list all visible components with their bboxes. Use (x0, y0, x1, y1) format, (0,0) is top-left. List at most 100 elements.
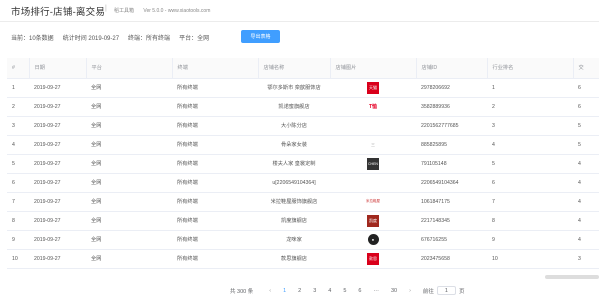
shop-logo-icon[interactable]: 款思 (367, 252, 379, 265)
row-shop-id: 791105148 (416, 154, 487, 174)
column-header[interactable]: 行业排名 (487, 58, 574, 79)
row-shop-name: 凯度旗舰店 (258, 211, 330, 231)
pagination: 共 300 条 ‹ 1 2 3 4 5 6 ··· 30 › 前往 1 页 (230, 286, 464, 295)
row-shop-image: 天猫 (330, 78, 416, 98)
row-shop-name: u[2206549104364] (258, 173, 330, 193)
row-shop-name: 楼夫人家 皇裳定制 (258, 154, 330, 174)
row-rank: 10 (487, 249, 573, 269)
row-platform: 全网 (86, 78, 172, 98)
row-shop-id: 1061847175 (416, 192, 487, 212)
row-shop-id: 2201562777685 (416, 116, 487, 136)
row-index: 6 (7, 173, 29, 193)
summary-platform: 平台：全网 (179, 35, 210, 42)
column-header[interactable]: 平台 (86, 58, 173, 79)
row-terminal: 所有终端 (172, 97, 258, 117)
row-platform: 全网 (86, 211, 172, 231)
page-number[interactable]: 1 (283, 288, 286, 294)
row-shop-name: 龙咪家 (258, 230, 330, 250)
shop-logo-icon[interactable]: CHEN (367, 157, 379, 170)
table-row[interactable]: 2 2019-09-27 全网 所有终端 凯诺蜜旗舰店 T恤 3582889936 2 6 (7, 97, 599, 117)
table-row[interactable]: 4 2019-09-27 全网 所有终端 骨朵家女装三 885825895 4 5 (7, 135, 599, 155)
row-terminal: 所有终端 (172, 154, 258, 174)
row-platform: 全网 (86, 249, 172, 269)
row-extra: 4 (573, 192, 599, 212)
page-number[interactable]: 5 (343, 288, 346, 294)
page-number[interactable]: 6 (358, 288, 361, 294)
page-last[interactable]: 30 (391, 288, 397, 294)
row-index: 10 (7, 249, 29, 269)
tool-name: 稻工具箱 (114, 8, 135, 14)
column-header[interactable]: # (7, 58, 30, 79)
summary-stat-time: 统计时间 2019-09-27 (62, 35, 120, 42)
row-platform: 全网 (86, 135, 172, 155)
row-terminal: 所有终端 (172, 173, 258, 193)
row-rank: 9 (487, 230, 573, 250)
row-date: 2019-09-27 (29, 249, 86, 269)
shop-logo-icon[interactable]: 凯度 (367, 214, 379, 227)
table-row[interactable]: 9 2019-09-27 全网 所有终端 龙咪家 ● 676716255 9 4 (7, 230, 599, 250)
goto-prefix: 前往 (422, 288, 434, 295)
row-terminal: 所有终端 (172, 211, 258, 231)
shop-logo-icon[interactable]: 三 (367, 139, 379, 151)
page-title: 市场排行-店铺-离交易 (11, 7, 106, 18)
row-rank: 8 (487, 211, 573, 231)
row-date: 2019-09-27 (29, 78, 86, 98)
column-header[interactable]: 店铺名称 (258, 58, 331, 79)
row-shop-image: 款思 (330, 249, 416, 269)
table-row[interactable]: 3 2019-09-27 全网 所有终端 大小陈分店 2201562777685 3 5 (7, 116, 599, 136)
row-shop-name: 凯诺蜜旗舰店 (258, 97, 330, 117)
row-index: 9 (7, 230, 29, 250)
page-ellipsis[interactable]: ··· (373, 288, 379, 294)
table-row[interactable]: 10 2019-09-27 全网 所有终端 款思旗舰店 款思 2023475658 10 3 (7, 249, 599, 269)
column-header[interactable]: 店铺图片 (330, 58, 417, 79)
page-number[interactable]: 2 (298, 288, 301, 294)
row-extra: 4 (573, 173, 599, 193)
goto-suffix: 页 (458, 288, 465, 295)
export-table-button[interactable]: 导出表格 (241, 30, 280, 43)
row-date: 2019-09-27 (29, 135, 86, 155)
table-row[interactable]: 7 2019-09-27 全网 所有终端 米拉鞋屋服饰旗舰店 米拉鞋屋 1061847175… (7, 192, 599, 212)
row-rank: 6 (487, 173, 573, 193)
page-number[interactable]: 4 (328, 288, 331, 294)
shop-logo-icon[interactable]: 米拉鞋屋 (366, 196, 380, 208)
row-index: 3 (7, 116, 29, 136)
page-number[interactable]: 3 (313, 288, 316, 294)
row-shop-image: 三 (330, 135, 416, 155)
horizontal-scrollbar[interactable] (545, 275, 599, 279)
row-shop-name: 款思旗舰店 (258, 249, 330, 269)
row-terminal: 所有终端 (172, 230, 258, 250)
table-row[interactable]: 5 2019-09-27 全网 所有终端 楼夫人家 皇裳定制 CHEN 791105148 5… (7, 154, 599, 174)
shop-logo-icon[interactable]: 天猫 (367, 81, 379, 94)
table-row[interactable]: 8 2019-09-27 全网 所有终端 凯度旗舰店 凯度 2217148345 8 4 (7, 211, 599, 231)
table-row[interactable]: 1 2019-09-27 全网 所有终端 鄂尔多斯市 栾歆服饰店 天猫 2978206692… (7, 78, 599, 98)
row-terminal: 所有终端 (172, 78, 258, 98)
row-rank: 3 (487, 116, 573, 136)
table-row[interactable]: 6 2019-09-27 全网 所有终端 u[2206549104364] 2206549… (7, 173, 599, 193)
row-terminal: 所有终端 (172, 116, 258, 136)
goto-page-input[interactable]: 1 (436, 286, 456, 295)
row-rank: 7 (487, 192, 573, 212)
row-date: 2019-09-27 (29, 173, 86, 193)
shop-logo-icon[interactable]: T恤 (367, 101, 379, 113)
row-shop-id: 676716255 (416, 230, 487, 250)
row-platform: 全网 (86, 173, 172, 193)
row-rank: 4 (487, 135, 573, 155)
column-header[interactable]: 终端 (172, 58, 259, 79)
row-shop-image: 米拉鞋屋 (330, 192, 416, 212)
row-extra: 5 (573, 135, 599, 155)
next-page-icon[interactable]: › (409, 288, 411, 294)
column-header[interactable]: 交 (573, 58, 599, 79)
row-index: 2 (7, 97, 29, 117)
column-header[interactable]: 日期 (29, 58, 87, 79)
row-index: 1 (7, 78, 29, 98)
prev-page-icon[interactable]: ‹ (269, 288, 271, 294)
page-list: 1 2 3 4 5 6 (277, 288, 367, 294)
row-date: 2019-09-27 (29, 154, 86, 174)
table-body: 1 2019-09-27 全网 所有终端 鄂尔多斯市 栾歆服饰店 天猫 2978206692… (7, 78, 599, 269)
shop-logo-icon[interactable]: ● (367, 234, 379, 245)
summary-current: 当前：10条数据 (11, 35, 54, 42)
tool-version[interactable]: Ver 5.0.0 - www.xiaotools.com (143, 8, 210, 14)
row-platform: 全网 (86, 154, 172, 174)
row-shop-name: 骨朵家女装 (258, 135, 330, 155)
column-header[interactable]: 店铺ID (416, 58, 488, 79)
